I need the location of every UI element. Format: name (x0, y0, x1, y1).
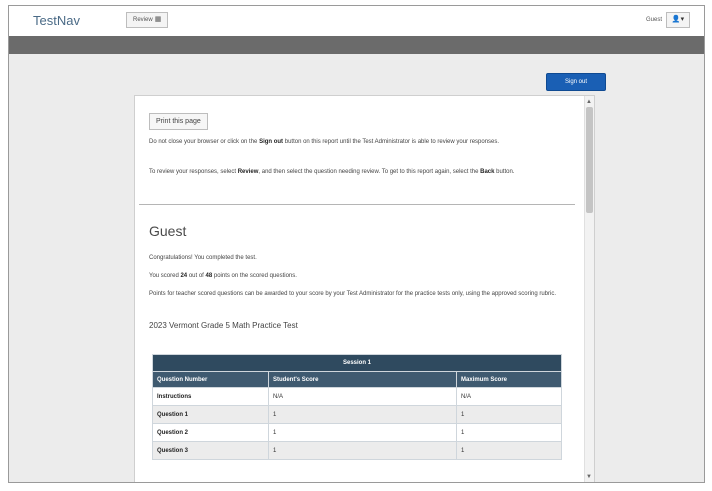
congrats-text: Congratulations! You completed the test. (149, 255, 257, 261)
column-header-row: Question Number Student's Score Maximum … (152, 371, 562, 388)
student-score-cell: 1 (268, 405, 457, 424)
max-score-cell: 1 (456, 441, 562, 460)
app-logo: TestNav (33, 13, 80, 28)
column-header: Question Number (152, 371, 269, 388)
question-cell: Question 2 (152, 423, 269, 442)
table-row: Question 1 1 1 (152, 405, 562, 424)
max-score-cell: 1 (456, 405, 562, 424)
student-score-cell: N/A (268, 387, 457, 406)
question-cell: Question 1 (152, 405, 269, 424)
student-score-cell: 1 (268, 441, 457, 460)
header-stripe (9, 36, 704, 54)
review-label: Review (133, 17, 153, 23)
notice-review-instructions: To review your responses, select Review,… (149, 169, 515, 175)
question-cell: Question 3 (152, 441, 269, 460)
max-score-cell: 1 (456, 423, 562, 442)
table-row: Question 3 1 1 (152, 441, 562, 460)
question-cell: Instructions (152, 387, 269, 406)
user-name: Guest (645, 17, 662, 23)
column-header: Student's Score (268, 371, 457, 388)
review-button[interactable]: Review ▦ (126, 12, 169, 28)
test-name: 2023 Vermont Grade 5 Math Practice Test (149, 321, 298, 330)
vertical-scrollbar[interactable]: ▲ ▼ (584, 96, 594, 482)
table-row: Question 2 1 1 (152, 423, 562, 442)
points-note: Points for teacher scored questions can … (149, 291, 556, 297)
report-panel: Print this page Do not close your browse… (134, 95, 595, 482)
scrollbar-thumb[interactable] (586, 107, 593, 213)
app-window: TestNav Review ▦ Guest 👤▾ Sign out Print… (8, 5, 705, 483)
grid-icon: ▦ (154, 16, 162, 23)
column-header: Maximum Score (456, 371, 562, 388)
session-label: Session 1 (152, 354, 562, 372)
sign-out-button[interactable]: Sign out (546, 73, 606, 91)
chevron-down-icon: ▾ (680, 16, 685, 23)
student-score-cell: 1 (268, 423, 457, 442)
divider (139, 204, 575, 205)
notice-close-browser: Do not close your browser or click on th… (149, 139, 500, 145)
top-bar: TestNav Review ▦ Guest 👤▾ (9, 6, 704, 36)
score-summary: You scored 24 out of 48 points on the sc… (149, 273, 297, 279)
max-score-cell: N/A (456, 387, 562, 406)
table-row: Instructions N/A N/A (152, 387, 562, 406)
user-menu-button[interactable]: 👤▾ (666, 12, 690, 28)
student-name-heading: Guest (149, 223, 187, 239)
score-table: Session 1 Question Number Student's Scor… (152, 354, 562, 460)
chevron-down-icon[interactable]: ▼ (586, 474, 592, 480)
session-header-row: Session 1 (152, 354, 562, 372)
user-icon: 👤 (671, 16, 681, 23)
chevron-up-icon[interactable]: ▲ (586, 99, 592, 105)
print-button[interactable]: Print this page (149, 113, 208, 130)
